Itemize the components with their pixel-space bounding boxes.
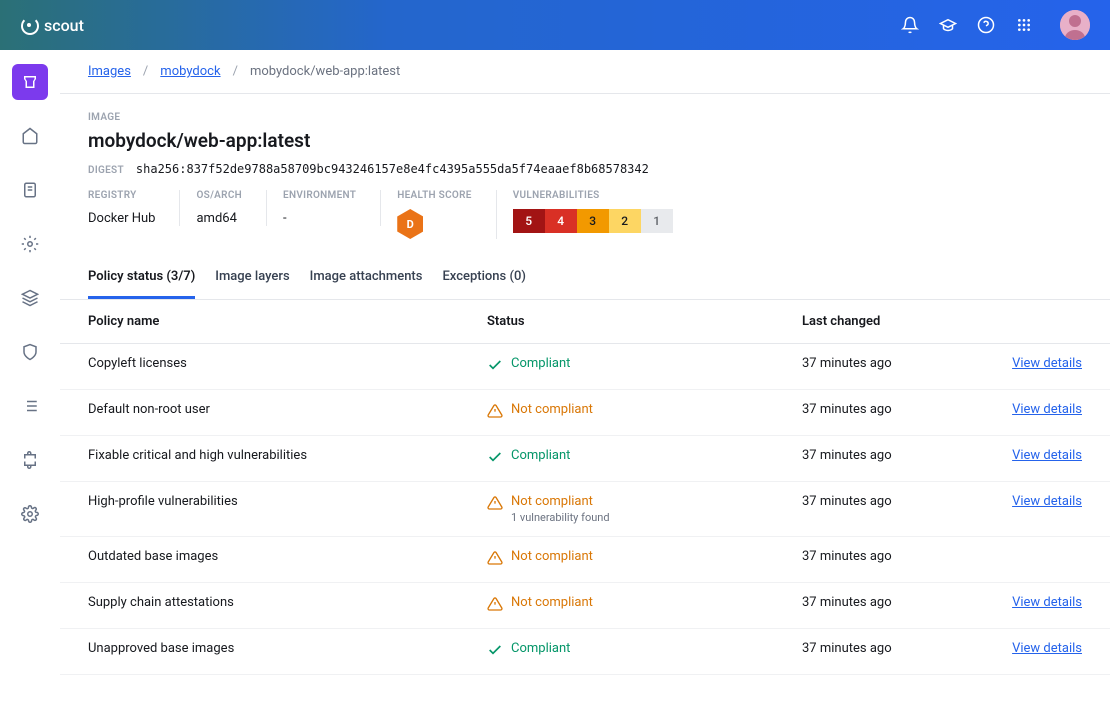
- vuln-low[interactable]: 2: [609, 209, 641, 233]
- policy-name: High-profile vulnerabilities: [60, 482, 459, 537]
- bell-icon[interactable]: [900, 15, 920, 35]
- last-changed: 37 minutes ago: [774, 583, 963, 629]
- sidebar-item-gear[interactable]: [12, 496, 48, 532]
- th-action: [963, 300, 1110, 344]
- sidebar-item-puzzle[interactable]: [12, 442, 48, 478]
- warning-icon: [487, 495, 503, 515]
- vuln-critical[interactable]: 5: [513, 209, 545, 233]
- vuln-high[interactable]: 4: [545, 209, 577, 233]
- policy-name: Outdated base images: [60, 537, 459, 583]
- view-details-link[interactable]: View details: [1012, 448, 1082, 463]
- sidebar-item-file[interactable]: [12, 172, 48, 208]
- last-changed: 37 minutes ago: [774, 436, 963, 482]
- breadcrumb-separator: /: [233, 64, 238, 79]
- table-row: Supply chain attestations Not compliant 37…: [60, 583, 1110, 629]
- policy-name: Copyleft licenses: [60, 344, 459, 390]
- warning-icon: [487, 403, 503, 423]
- vuln-medium[interactable]: 3: [577, 209, 609, 233]
- table-row: Unapproved base images Compliant 37 minute…: [60, 629, 1110, 675]
- last-changed: 37 minutes ago: [774, 344, 963, 390]
- healthscore-label: HEALTH SCORE: [397, 190, 471, 201]
- breadcrumb: Images / mobydock / mobydock/web-app:lat…: [60, 50, 1110, 94]
- breadcrumb-current: mobydock/web-app:latest: [250, 64, 400, 79]
- policy-name: Supply chain attestations: [60, 583, 459, 629]
- warning-icon: [487, 596, 503, 616]
- status-text: Compliant: [511, 448, 570, 463]
- breadcrumb-images[interactable]: Images: [88, 64, 131, 79]
- brand-text: scout: [44, 16, 84, 35]
- view-details-link[interactable]: View details: [1012, 641, 1082, 656]
- table-row: Copyleft licenses Compliant 37 minutes ago…: [60, 344, 1110, 390]
- status-text: Not compliant: [511, 549, 593, 564]
- th-policy-name: Policy name: [60, 300, 459, 344]
- health-score-badge: D: [397, 209, 423, 239]
- section-label: IMAGE: [88, 112, 1082, 123]
- warning-icon: [487, 550, 503, 570]
- osarch-label: OS/ARCH: [196, 190, 242, 201]
- scout-logo-icon: [20, 16, 38, 34]
- last-changed: 37 minutes ago: [774, 537, 963, 583]
- status-text: Not compliant: [511, 402, 593, 417]
- table-row: Default non-root user Not compliant 37 min…: [60, 390, 1110, 436]
- apps-grid-icon[interactable]: [1014, 15, 1034, 35]
- check-icon: [487, 357, 503, 377]
- check-icon: [487, 449, 503, 469]
- policy-name: Unapproved base images: [60, 629, 459, 675]
- status-text: Not compliant: [511, 494, 610, 509]
- sidebar-item-layers[interactable]: [12, 280, 48, 316]
- status-text: Compliant: [511, 356, 570, 371]
- environment-value: -: [283, 211, 356, 226]
- sidebar-item-list[interactable]: [12, 388, 48, 424]
- sidebar-item-settings-alt[interactable]: [12, 226, 48, 262]
- sidebar-item-home[interactable]: [12, 118, 48, 154]
- view-details-link[interactable]: View details: [1012, 402, 1082, 417]
- brand-logo[interactable]: scout: [20, 16, 84, 35]
- breadcrumb-repo[interactable]: mobydock: [160, 64, 220, 79]
- table-row: Outdated base images Not compliant 37 minu…: [60, 537, 1110, 583]
- user-avatar[interactable]: [1060, 10, 1090, 40]
- status-text: Not compliant: [511, 595, 593, 610]
- view-details-link[interactable]: View details: [1012, 356, 1082, 371]
- last-changed: 37 minutes ago: [774, 390, 963, 436]
- status-subtext: 1 vulnerability found: [511, 511, 610, 524]
- graduation-cap-icon[interactable]: [938, 15, 958, 35]
- tab-0[interactable]: Policy status (3/7): [88, 259, 195, 299]
- topbar-actions: [900, 10, 1090, 40]
- main-content: Images / mobydock / mobydock/web-app:lat…: [60, 50, 1110, 695]
- last-changed: 37 minutes ago: [774, 482, 963, 537]
- osarch-value: amd64: [196, 211, 242, 226]
- table-row: Fixable critical and high vulnerabilitie…: [60, 436, 1110, 482]
- registry-label: REGISTRY: [88, 190, 155, 201]
- metadata-row: REGISTRY Docker Hub OS/ARCH amd64 ENVIRO…: [88, 190, 1082, 239]
- help-icon[interactable]: [976, 15, 996, 35]
- vulnerability-bars: 5 4 3 2 1: [513, 209, 673, 233]
- sidebar: [0, 50, 60, 695]
- check-icon: [487, 642, 503, 662]
- page-title: mobydock/web-app:latest: [88, 129, 1082, 152]
- tab-1[interactable]: Image layers: [215, 259, 289, 299]
- vuln-unknown[interactable]: 1: [641, 209, 673, 233]
- registry-value: Docker Hub: [88, 211, 155, 226]
- th-status: Status: [459, 300, 774, 344]
- th-last-changed: Last changed: [774, 300, 963, 344]
- sidebar-item-shield[interactable]: [12, 334, 48, 370]
- digest-label: DIGEST: [88, 165, 124, 176]
- sidebar-item-store[interactable]: [12, 64, 48, 100]
- tab-2[interactable]: Image attachments: [310, 259, 423, 299]
- tabs: Policy status (3/7) Image layers Image att…: [60, 259, 1110, 300]
- policy-name: Fixable critical and high vulnerabilitie…: [60, 436, 459, 482]
- table-row: High-profile vulnerabilities Not complian…: [60, 482, 1110, 537]
- vulnerabilities-label: VULNERABILITIES: [513, 190, 673, 201]
- environment-label: ENVIRONMENT: [283, 190, 356, 201]
- status-text: Compliant: [511, 641, 570, 656]
- view-details-link[interactable]: View details: [1012, 595, 1082, 610]
- view-details-link[interactable]: View details: [1012, 494, 1082, 509]
- policy-name: Default non-root user: [60, 390, 459, 436]
- topbar: scout: [0, 0, 1110, 50]
- digest-value: sha256:837f52de9788a58709bc943246157e8e4…: [136, 162, 649, 176]
- policy-table: Policy name Status Last changed Copyleft…: [60, 300, 1110, 675]
- breadcrumb-separator: /: [143, 64, 148, 79]
- last-changed: 37 minutes ago: [774, 629, 963, 675]
- tab-3[interactable]: Exceptions (0): [442, 259, 525, 299]
